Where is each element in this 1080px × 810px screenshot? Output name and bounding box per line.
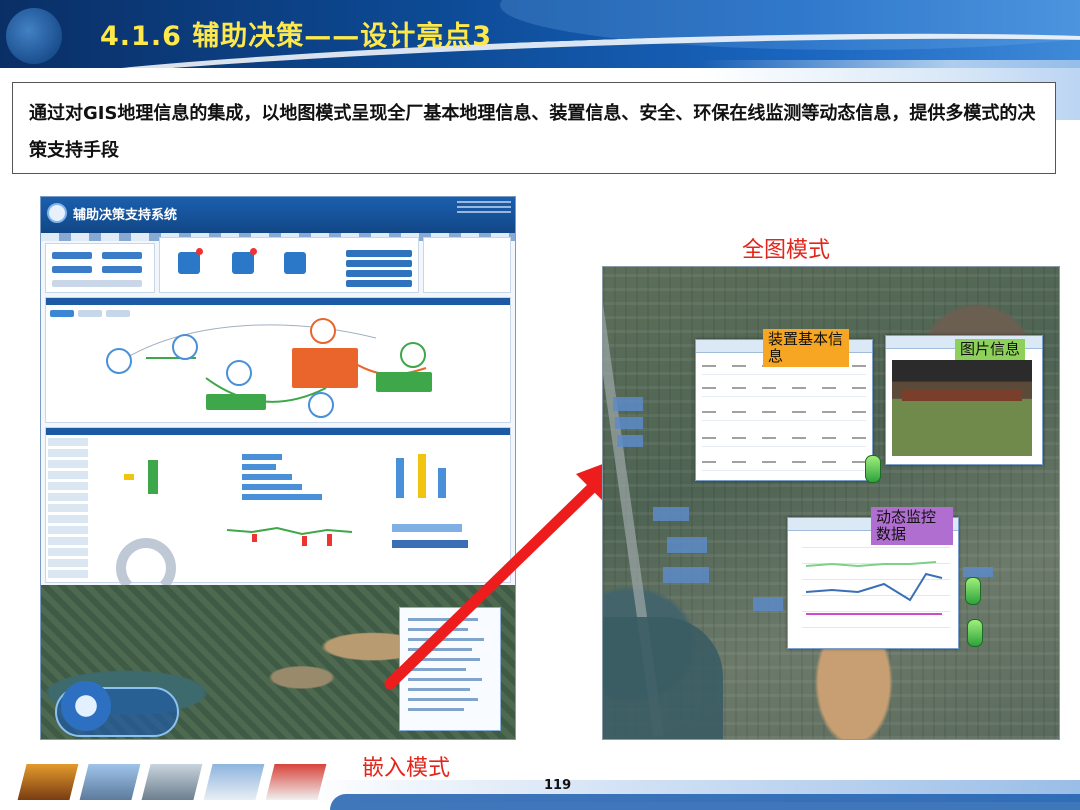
notice-panel — [423, 237, 511, 293]
shortcut-panel — [159, 237, 419, 293]
map-lake — [603, 617, 723, 739]
gauge-chart — [86, 518, 206, 598]
label-monitor-data: 动态监控数据 — [871, 507, 953, 545]
map-pin-icon[interactable] — [965, 577, 981, 605]
quick-stats-panel — [45, 243, 155, 293]
map-pin-icon[interactable] — [967, 619, 983, 647]
logo-decoration — [6, 8, 62, 64]
label-photo-info: 图片信息 — [955, 339, 1026, 360]
embedded-mode-caption: 嵌入模式 — [362, 756, 451, 781]
red-arrow — [384, 456, 624, 690]
list-icon — [284, 252, 306, 274]
document-icon — [178, 252, 200, 274]
mini-line-chart — [226, 526, 353, 546]
full-map-caption: 全图模式 — [742, 238, 831, 263]
map-compass-icon[interactable] — [61, 681, 111, 731]
footer-swoosh-dark — [330, 794, 1080, 810]
monitor-line-chart — [802, 540, 950, 628]
label-device-info: 装置基本信息 — [763, 329, 849, 367]
process-flow-panel — [45, 297, 511, 423]
full-map[interactable]: 装置基本信息 图片信息 动态监控数据 — [602, 266, 1060, 740]
system-header: 辅助决策支持系统 — [41, 197, 515, 233]
slide-title: 4.1.6 辅助决策——设计亮点3 — [100, 21, 493, 52]
device-photo — [892, 360, 1032, 456]
slide-header: 4.1.6 辅助决策——设计亮点3 — [0, 0, 1080, 68]
system-title: 辅助决策支持系统 — [73, 208, 178, 223]
edit-icon — [232, 252, 254, 274]
system-logo-icon — [47, 203, 67, 223]
page-number: 119 — [544, 778, 572, 793]
description-box: 通过对GIS地理信息的集成，以地图模式呈现全厂基本地理信息、装置信息、安全、环保… — [12, 82, 1056, 174]
footer-image-strip — [15, 762, 329, 802]
system-user-info — [457, 201, 511, 215]
map-pin-icon[interactable] — [865, 455, 881, 483]
